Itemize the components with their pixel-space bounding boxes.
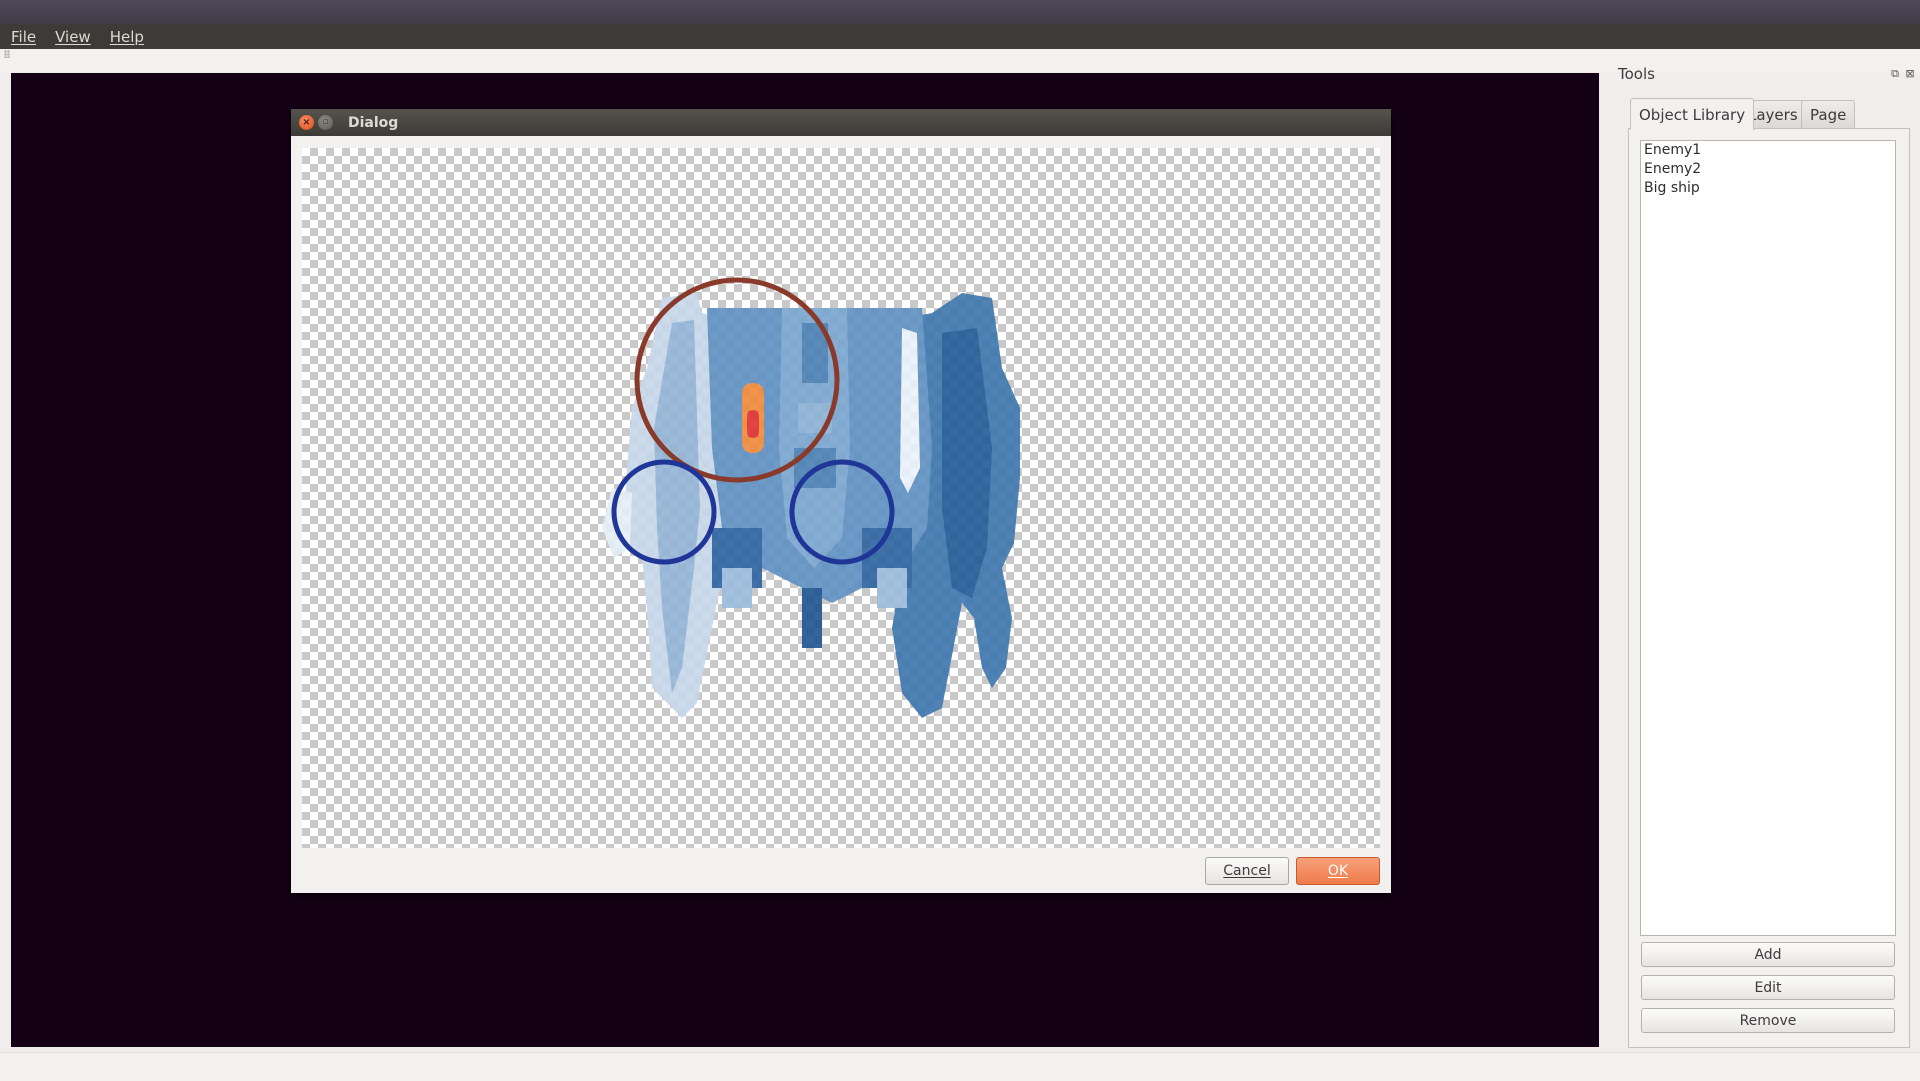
sprite-preview[interactable]	[302, 148, 1380, 848]
tab-page[interactable]: Page	[1801, 100, 1856, 128]
maximize-icon[interactable]: ▫	[318, 115, 333, 130]
tab-object-library[interactable]: Object Library	[1630, 98, 1755, 130]
close-icon[interactable]: ⊠	[1904, 68, 1916, 80]
menu-file[interactable]: File	[3, 28, 44, 46]
sprite-dialog: × ▫ Dialog Cancel OK	[291, 109, 1391, 893]
window-titlebar	[0, 0, 1920, 24]
tools-panel-title: Tools	[1618, 65, 1655, 83]
dialog-titlebar: × ▫ Dialog	[291, 109, 1391, 136]
menu-help[interactable]: Help	[102, 28, 152, 46]
list-item[interactable]: Enemy2	[1641, 160, 1895, 179]
float-icon[interactable]: ⧉	[1889, 68, 1901, 80]
close-icon[interactable]: ×	[299, 115, 314, 130]
cancel-button[interactable]: Cancel	[1205, 857, 1289, 885]
object-list[interactable]: Enemy1 Enemy2 Big ship	[1640, 140, 1896, 936]
status-bar	[0, 1052, 1920, 1081]
ok-button[interactable]: OK	[1296, 857, 1380, 885]
add-button[interactable]: Add	[1641, 942, 1895, 967]
remove-button[interactable]: Remove	[1641, 1008, 1895, 1033]
menu-view[interactable]: View	[47, 28, 99, 46]
list-item[interactable]: Big ship	[1641, 179, 1895, 198]
dialog-title: Dialog	[348, 114, 399, 131]
menubar: File View Help	[0, 24, 1920, 49]
toolbar-grip[interactable]	[4, 50, 10, 58]
list-item[interactable]: Enemy1	[1641, 141, 1895, 160]
edit-button[interactable]: Edit	[1641, 975, 1895, 1000]
spaceship-sprite	[602, 277, 1020, 718]
